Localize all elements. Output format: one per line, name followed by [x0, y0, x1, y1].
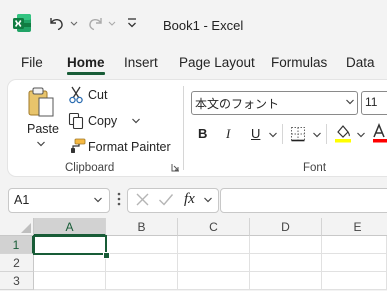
- row-header-1[interactable]: 1: [0, 236, 34, 254]
- borders-dropdown-icon[interactable]: [312, 131, 322, 139]
- cell-b2[interactable]: [106, 254, 178, 272]
- font-name-dropdown-icon[interactable]: [345, 98, 355, 106]
- underline-button[interactable]: U: [251, 126, 260, 141]
- column-header-e[interactable]: E: [322, 218, 387, 236]
- cell-d3[interactable]: [250, 272, 322, 290]
- cancel-icon[interactable]: [135, 192, 150, 207]
- font-size-value: 11: [365, 95, 378, 109]
- cell-a3[interactable]: [34, 272, 106, 290]
- cell-e1[interactable]: [322, 236, 387, 254]
- column-header-c[interactable]: C: [178, 218, 250, 236]
- row-header-3[interactable]: 3: [0, 272, 34, 290]
- cell-d2[interactable]: [250, 254, 322, 272]
- select-all-icon: [21, 223, 31, 233]
- document-title: Book1 - Excel: [163, 18, 244, 33]
- cell-d1[interactable]: [250, 236, 322, 254]
- group-separator: [183, 86, 184, 170]
- redo-icon[interactable]: [84, 14, 106, 32]
- fill-handle[interactable]: [103, 252, 110, 259]
- format-painter-icon[interactable]: [68, 138, 86, 154]
- fill-color-icon[interactable]: [334, 123, 352, 143]
- bold-button[interactable]: B: [198, 126, 207, 141]
- active-cell-selection: [33, 235, 107, 255]
- enter-icon[interactable]: [158, 192, 174, 207]
- font-separator-2: [326, 124, 327, 144]
- tab-data[interactable]: Data: [346, 55, 375, 70]
- undo-icon[interactable]: [46, 14, 68, 32]
- cell-a2[interactable]: [34, 254, 106, 272]
- tab-insert[interactable]: Insert: [124, 55, 158, 70]
- column-header-b[interactable]: B: [106, 218, 178, 236]
- column-header-d[interactable]: D: [250, 218, 322, 236]
- font-group-label: Font: [303, 162, 327, 174]
- tab-page-layout[interactable]: Page Layout: [179, 55, 255, 70]
- active-tab-indicator: [67, 72, 105, 75]
- excel-logo-icon: [13, 14, 31, 32]
- customize-qat-icon[interactable]: [126, 14, 138, 32]
- clipboard-launcher-icon[interactable]: [171, 163, 180, 172]
- name-box-value: A1: [14, 193, 30, 207]
- cell-e2[interactable]: [322, 254, 387, 272]
- copy-label[interactable]: Copy: [88, 114, 117, 128]
- undo-dropdown-icon[interactable]: [70, 14, 78, 32]
- font-color-icon[interactable]: [372, 123, 387, 143]
- cell-c3[interactable]: [178, 272, 250, 290]
- formula-bar-more-icon[interactable]: [116, 191, 122, 207]
- paste-label[interactable]: Paste: [27, 122, 59, 136]
- tab-home[interactable]: Home: [67, 55, 105, 70]
- cell-b3[interactable]: [106, 272, 178, 290]
- cell-e3[interactable]: [322, 272, 387, 290]
- paste-dropdown-icon[interactable]: [36, 140, 46, 148]
- italic-button[interactable]: I: [226, 126, 230, 142]
- insert-function-button[interactable]: fx: [184, 191, 195, 208]
- formula-input[interactable]: [220, 188, 387, 213]
- cut-label[interactable]: Cut: [88, 88, 107, 102]
- copy-icon[interactable]: [68, 112, 84, 130]
- cut-icon[interactable]: [68, 86, 84, 104]
- cell-b1[interactable]: [106, 236, 178, 254]
- tab-file[interactable]: File: [21, 55, 43, 70]
- row-header-2[interactable]: 2: [0, 254, 34, 272]
- copy-dropdown-icon[interactable]: [131, 117, 141, 125]
- select-all-button[interactable]: [0, 218, 34, 236]
- fx-dropdown-icon[interactable]: [203, 196, 213, 204]
- clipboard-group-label: Clipboard: [65, 162, 115, 174]
- redo-dropdown-icon[interactable]: [108, 14, 116, 32]
- borders-icon[interactable]: [290, 126, 306, 142]
- underline-dropdown-icon[interactable]: [268, 131, 278, 139]
- format-painter-label[interactable]: Format Painter: [88, 140, 171, 154]
- paste-icon[interactable]: [26, 86, 58, 120]
- ribbon-tabs: File Home Insert Page Layout Formulas Da…: [0, 48, 387, 78]
- cell-c2[interactable]: [178, 254, 250, 272]
- cell-c1[interactable]: [178, 236, 250, 254]
- font-name-value: 本文のフォント: [195, 97, 280, 111]
- fill-color-dropdown-icon[interactable]: [356, 131, 366, 139]
- name-box-dropdown-icon[interactable]: [93, 196, 103, 204]
- tab-formulas[interactable]: Formulas: [271, 55, 327, 70]
- column-header-a[interactable]: A: [34, 218, 106, 236]
- font-separator: [282, 124, 283, 144]
